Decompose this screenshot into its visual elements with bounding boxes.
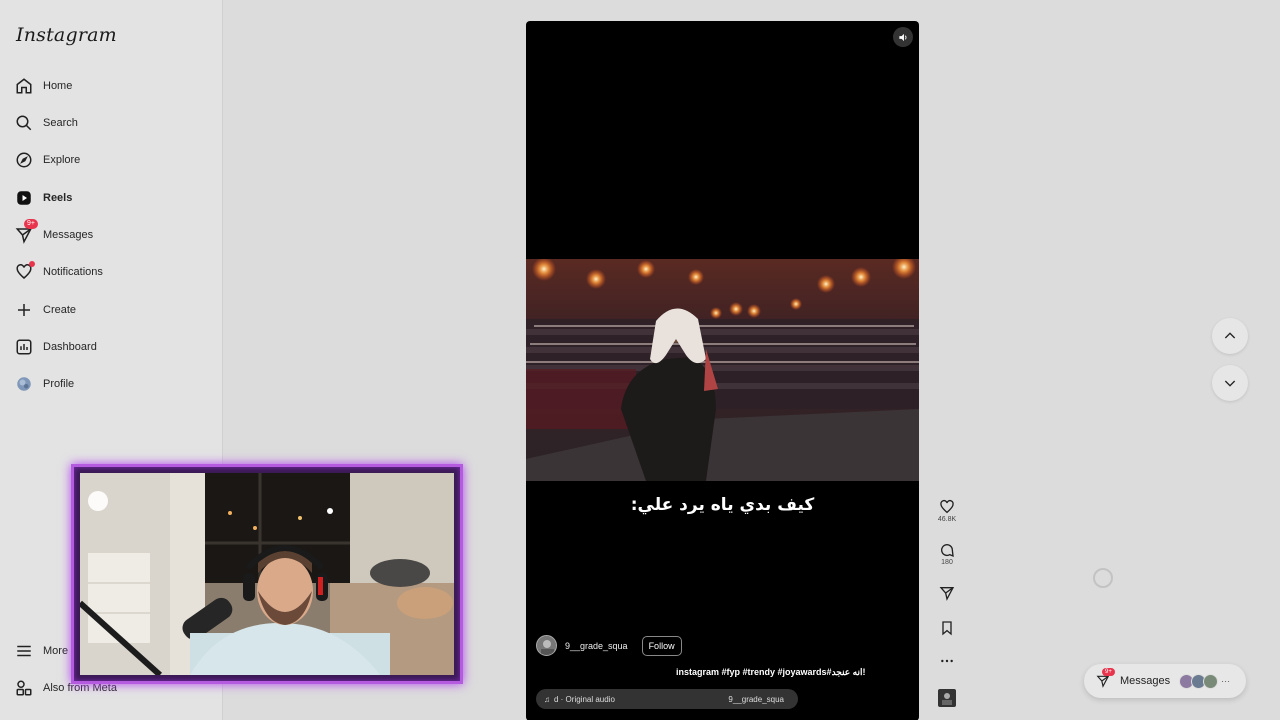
audio-cover-icon (938, 689, 956, 707)
messenger-icon: 9+ (14, 219, 38, 245)
sidebar-item-label: Notifications (43, 266, 103, 278)
plus-icon (14, 300, 34, 320)
notification-dot (29, 261, 35, 267)
sidebar-item-create[interactable]: Create (14, 296, 214, 324)
follow-button[interactable]: Follow (641, 635, 682, 656)
chevron-up-icon (1224, 332, 1236, 339)
messenger-icon: 9+ (1094, 668, 1115, 690)
more-options-button[interactable] (935, 653, 959, 669)
like-button[interactable]: 46.8K (935, 499, 959, 523)
heart-icon (14, 261, 35, 282)
more-avatars-icon: ··· (1221, 676, 1231, 686)
webcam-feed (80, 473, 454, 675)
comment-icon (941, 544, 954, 558)
sidebar-item-reels[interactable]: Reels (14, 184, 214, 212)
compass-icon (14, 150, 34, 170)
avatar (1203, 673, 1219, 689)
search-icon (14, 113, 34, 133)
share-button[interactable] (935, 585, 959, 601)
ellipsis-icon (941, 659, 953, 663)
sidebar-item-explore[interactable]: Explore (14, 146, 214, 174)
hamburger-icon (14, 641, 34, 661)
save-button[interactable] (935, 620, 959, 636)
comment-count: 180 (941, 559, 953, 566)
audio-label: d · Original audio (554, 694, 615, 704)
audio-username: 9__grade_squa (728, 694, 784, 704)
sidebar-item-label: Reels (43, 192, 73, 204)
mute-button[interactable] (893, 27, 913, 47)
sidebar-item-label: Profile (43, 378, 75, 390)
sidebar-item-label: Dashboard (43, 341, 97, 353)
audio-pill[interactable]: ♫ d · Original audio 9__grade_squa (536, 689, 798, 709)
meta-apps-icon (14, 678, 34, 698)
reels-icon (14, 188, 34, 208)
instagram-logo[interactable]: Instagram (16, 24, 117, 46)
comment-button[interactable]: 180 (935, 542, 959, 566)
sidebar-item-label: Create (43, 304, 77, 316)
heart-icon (940, 499, 954, 514)
chevron-down-icon (1224, 380, 1236, 387)
sidebar-item-messages[interactable]: 9+ Messages (14, 219, 214, 249)
music-note-icon: ♫ (544, 694, 550, 704)
sidebar-item-notifications[interactable]: Notifications (14, 258, 214, 286)
author-avatar[interactable] (536, 635, 557, 656)
sidebar-item-label: Messages (43, 229, 94, 241)
messages-bar-label: Messages (1120, 675, 1171, 687)
conversation-avatars (1179, 673, 1219, 689)
home-icon (14, 76, 34, 96)
sidebar-item-label: More (43, 645, 69, 657)
sidebar-item-home[interactable]: Home (14, 72, 214, 100)
messages-bar[interactable]: 9+ Messages ··· (1084, 664, 1246, 698)
reel-description[interactable]: instagram #fyp #trendy #joyawards#انه عن… (526, 667, 919, 678)
reel-video-frame (526, 259, 919, 481)
dashboard-icon (14, 337, 34, 357)
previous-reel-button[interactable] (1212, 318, 1248, 354)
loading-spinner (1093, 568, 1113, 588)
reel-author: 9__grade_squa Follow (536, 635, 682, 656)
bookmark-icon (942, 621, 952, 636)
send-icon (939, 587, 955, 601)
sidebar-item-label: Home (43, 80, 73, 92)
sidebar-item-label: Explore (43, 154, 81, 166)
like-count: 46.8K (937, 516, 957, 523)
sidebar-item-label: Search (43, 117, 78, 129)
reel-text-overlay: كيف بدي ياه يرد علي: (630, 495, 815, 515)
webcam-overlay (71, 464, 463, 684)
next-reel-button[interactable] (1212, 365, 1248, 401)
speaker-icon (898, 33, 906, 41)
sidebar-item-search[interactable]: Search (14, 109, 214, 137)
profile-avatar (14, 374, 34, 394)
messages-bar-badge: 9+ (1102, 668, 1115, 676)
sidebar-item-profile[interactable]: Profile (14, 370, 214, 398)
messages-badge: 9+ (24, 219, 38, 229)
audio-thumbnail[interactable] (935, 689, 959, 707)
author-username[interactable]: 9__grade_squa (565, 641, 628, 651)
reel-video[interactable]: كيف بدي ياه يرد علي: 9__grade_squa Follo… (526, 21, 919, 720)
sidebar-item-dashboard[interactable]: Dashboard (14, 333, 214, 361)
